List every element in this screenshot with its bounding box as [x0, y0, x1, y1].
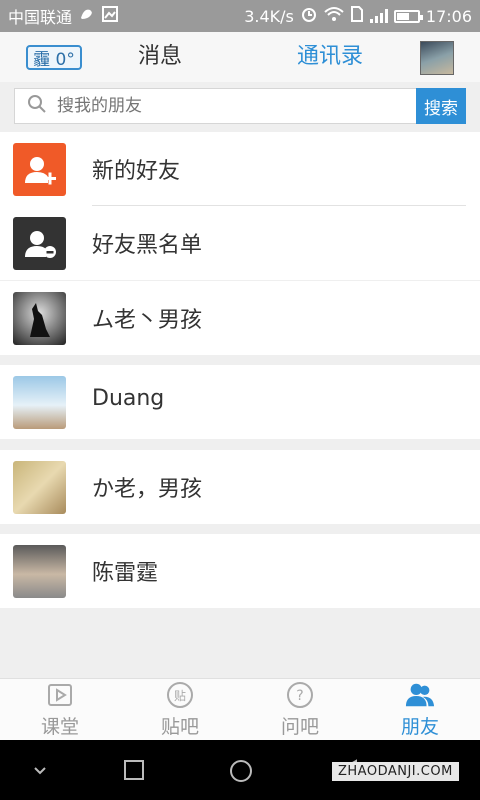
nav-friends[interactable]: 朋友	[360, 679, 480, 740]
watermark: ZHAODANJI.COM	[332, 762, 459, 781]
network-speed: 3.4K/s	[244, 6, 294, 26]
tab-messages[interactable]: 消息	[120, 42, 200, 72]
contact-avatar	[13, 461, 66, 514]
contact-name: か老，男孩	[92, 477, 203, 502]
status-bar: 中国联通 3.4K/s 17:06	[0, 0, 480, 32]
svg-text:贴: 贴	[174, 689, 186, 703]
search-box[interactable]	[14, 88, 418, 124]
list-item-label: 新的好友	[92, 159, 181, 184]
svg-text:?: ?	[296, 688, 303, 704]
contact-name: ム老丶男孩	[92, 308, 203, 333]
carrier-label: 中国联通	[8, 8, 73, 27]
nav-label: 朋友	[400, 716, 439, 738]
notification-icon	[78, 6, 96, 26]
contact-name: Duang	[92, 386, 165, 411]
system-nav-bar: ZHAODANJI.COM	[0, 740, 480, 800]
video-icon	[45, 680, 75, 710]
bottom-nav: 课堂 贴 贴吧 ? 问吧 朋友	[0, 678, 480, 740]
list-item-blacklist[interactable]: 好友黑名单	[0, 206, 480, 280]
add-friend-icon	[13, 143, 66, 196]
contact-avatar	[13, 292, 66, 345]
blacklist-icon	[13, 217, 66, 270]
search-button[interactable]: 搜索	[416, 88, 466, 124]
tieba-icon: 贴	[165, 680, 195, 710]
nav-tieba[interactable]: 贴 贴吧	[120, 679, 240, 740]
list-item-label: 好友黑名单	[92, 233, 203, 258]
nav-ask[interactable]: ? 问吧	[240, 679, 360, 740]
status-left: 中国联通	[8, 4, 119, 28]
battery-icon	[393, 9, 423, 23]
list-item-contact[interactable]: か老，男孩	[0, 450, 480, 524]
list-item-contact[interactable]: ム老丶男孩	[0, 281, 480, 355]
sim-icon	[350, 6, 364, 26]
alarm-icon	[300, 5, 318, 27]
status-right: 3.4K/s 17:06	[244, 5, 472, 27]
app-header: 霾 0° 消息 通讯录	[0, 32, 480, 82]
user-avatar[interactable]	[420, 41, 454, 75]
recent-apps-icon[interactable]	[122, 758, 146, 786]
search-icon	[27, 94, 47, 118]
nav-label: 课堂	[40, 716, 79, 738]
contact-avatar	[13, 376, 66, 429]
list-item-contact[interactable]: Duang	[0, 365, 480, 439]
list-item-new-friends[interactable]: 新的好友	[0, 132, 480, 206]
wifi-icon	[324, 6, 344, 26]
contact-avatar	[13, 545, 66, 598]
search-bar: 搜索	[0, 82, 480, 132]
list-item-contact[interactable]: 陈雷霆	[0, 534, 480, 608]
contact-name: 陈雷霆	[92, 561, 159, 586]
question-icon: ?	[285, 680, 315, 710]
friends-icon	[405, 680, 435, 710]
nav-classroom[interactable]: 课堂	[0, 679, 120, 740]
tab-contacts[interactable]: 通讯录	[280, 42, 380, 72]
chevron-down-icon[interactable]	[30, 760, 50, 784]
status-time: 17:06	[425, 6, 472, 26]
search-input[interactable]	[57, 96, 397, 116]
signal-icon	[369, 9, 388, 23]
battery-fill	[396, 12, 409, 20]
weather-badge[interactable]: 霾 0°	[26, 45, 82, 70]
nav-label: 贴吧	[160, 716, 199, 738]
nav-label: 问吧	[280, 716, 319, 738]
gallery-icon	[102, 6, 119, 26]
home-icon[interactable]	[228, 758, 254, 788]
